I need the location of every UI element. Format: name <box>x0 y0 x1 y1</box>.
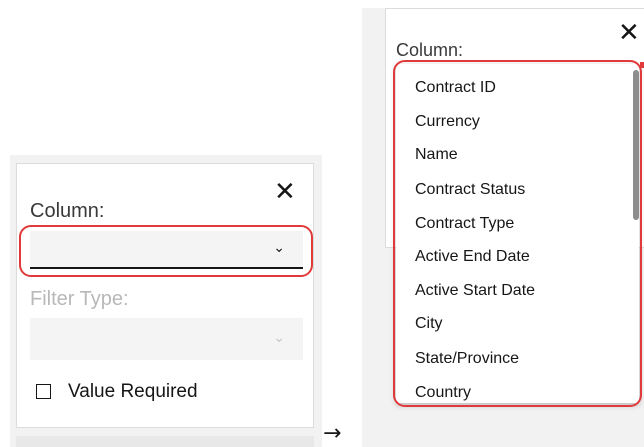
close-icon[interactable]: ✕ <box>618 20 640 46</box>
column-label: Column: <box>396 40 464 60</box>
column-label: Column: <box>30 200 105 222</box>
value-required-label[interactable]: Value Required <box>68 381 198 403</box>
close-icon[interactable]: ✕ <box>274 179 296 205</box>
filter-type-select: ⌄ <box>30 318 303 360</box>
column-select-highlight <box>19 225 313 277</box>
chevron-down-icon: ⌄ <box>273 330 285 346</box>
dialog-footer-bar <box>16 436 314 447</box>
value-required-checkbox[interactable] <box>36 384 51 399</box>
transition-arrow-icon: → <box>323 421 342 446</box>
filter-type-label: Filter Type: <box>30 288 129 310</box>
dropdown-highlight <box>393 60 642 407</box>
selected-field-edge <box>640 62 644 68</box>
